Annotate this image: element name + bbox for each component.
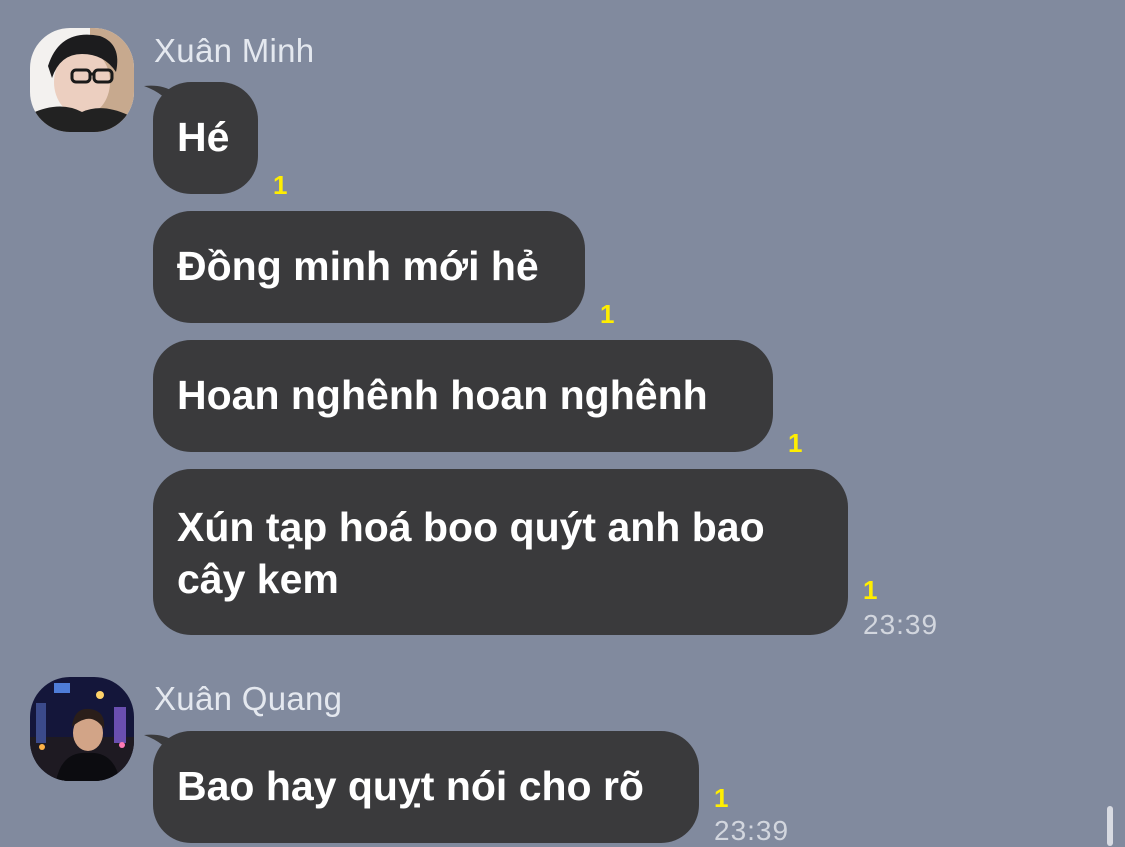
unread-count: 1 [600,299,615,329]
sender-name: Xuân Quang [154,680,343,717]
message-text: Hé [177,114,230,160]
profile-photo-night-city-icon [30,677,134,781]
message-text: Đồng minh mới hẻ [177,243,539,289]
message-text: Hoan nghênh hoan nghênh [177,372,708,418]
unread-count: 1 [714,783,729,813]
message-text: Bao hay quỵt nói cho rõ [177,763,644,809]
unread-count: 1 [863,575,878,605]
message-bubble[interactable]: Đồng minh mới hẻ [153,211,585,323]
avatar-xuan-minh[interactable] [30,28,134,132]
message-timestamp: 23:39 [714,815,790,846]
scrollbar-thumb[interactable] [1107,806,1113,846]
unread-count: 1 [273,170,288,200]
unread-count: 1 [788,428,803,458]
message-bubble[interactable]: Hoan nghênh hoan nghênh [153,340,773,452]
message-text: Xún tạp hoá boo quýt anh bao cây kem [177,504,765,602]
avatar-xuan-quang[interactable] [30,677,134,781]
message-timestamp: 23:39 [863,609,939,640]
profile-photo-glasses-icon [30,28,134,132]
message-bubble[interactable]: Hé [153,82,258,194]
sender-name: Xuân Minh [154,32,315,69]
message-bubble[interactable]: Xún tạp hoá boo quýt anh bao cây kem [153,469,848,635]
message-bubble[interactable]: Bao hay quỵt nói cho rõ [153,731,699,843]
